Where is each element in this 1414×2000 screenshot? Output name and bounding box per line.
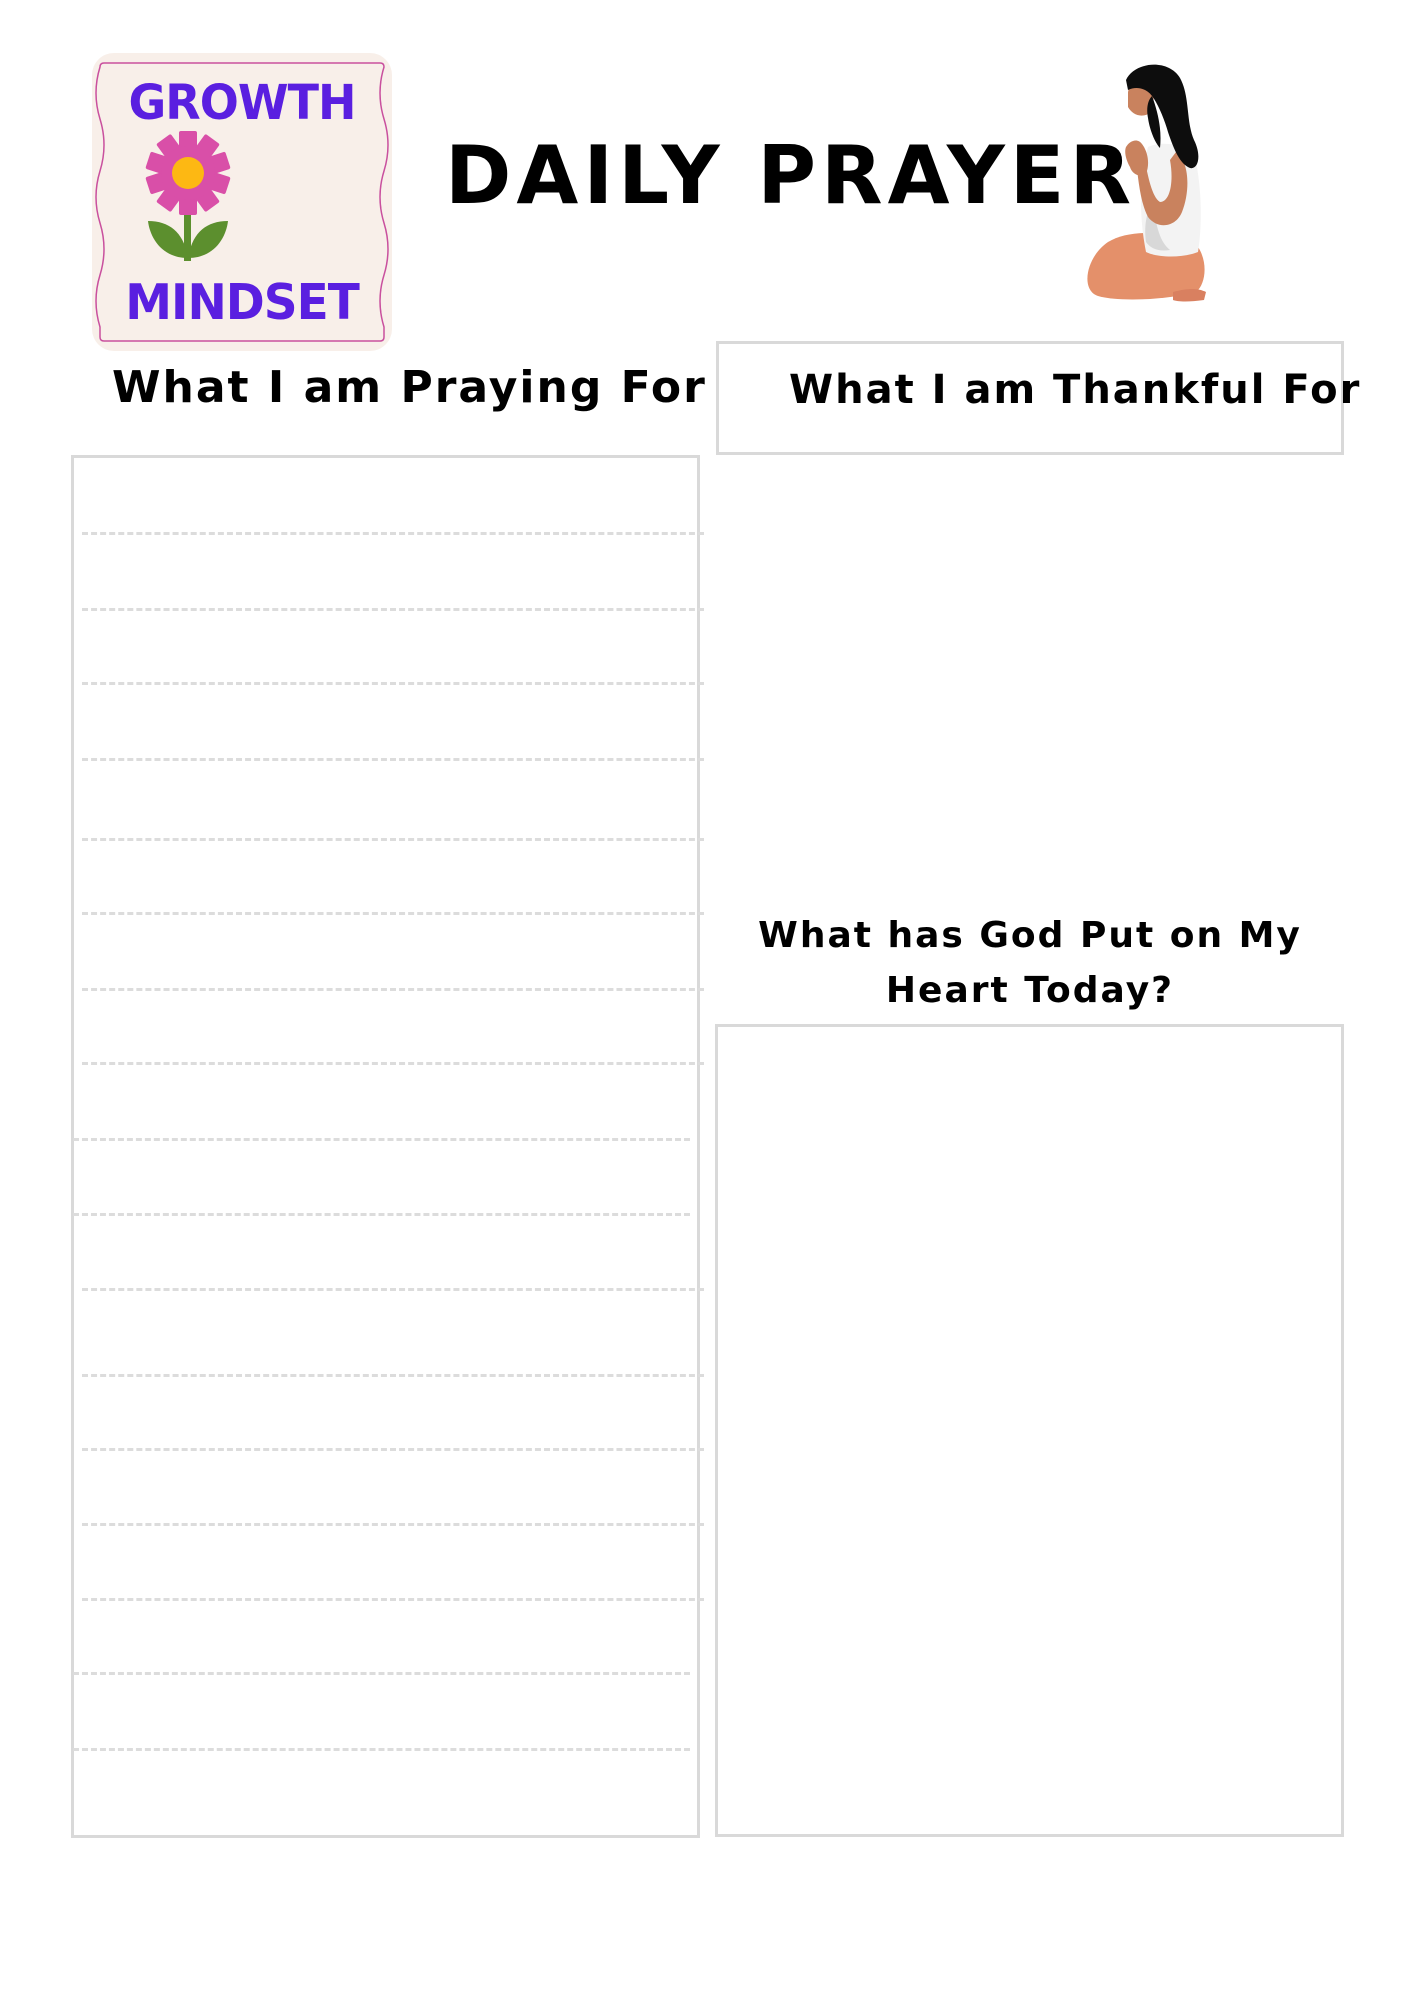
writing-line xyxy=(73,1138,690,1141)
writing-line xyxy=(82,1062,704,1065)
writing-line xyxy=(82,912,704,915)
writing-line xyxy=(82,682,704,685)
writing-line xyxy=(82,608,704,611)
writing-line xyxy=(73,1672,690,1675)
writing-line xyxy=(73,1213,690,1216)
writing-line xyxy=(82,1374,704,1377)
logo-text-bottom: MINDSET xyxy=(125,273,360,332)
writing-line xyxy=(82,1288,704,1291)
heart-writing-box[interactable] xyxy=(715,1024,1344,1837)
thankful-section-heading: What I am Thankful For xyxy=(789,367,1362,413)
thankful-box: What I am Thankful For xyxy=(716,341,1359,455)
writing-line xyxy=(82,1448,704,1451)
growth-mindset-logo: GROWTH MINDSET xyxy=(92,53,392,351)
writing-line xyxy=(73,1748,690,1751)
heart-section-heading: What has God Put on My Heart Today? xyxy=(758,915,1302,1011)
praying-section-heading: What I am Praying For xyxy=(112,362,707,413)
writing-line xyxy=(82,532,704,535)
page-title: DAILY PRAYER xyxy=(445,129,1137,222)
praying-writing-box[interactable] xyxy=(71,455,704,1838)
logo-text-top: GROWTH xyxy=(128,73,357,131)
writing-line xyxy=(82,1523,704,1526)
praying-woman-icon xyxy=(1078,52,1228,312)
writing-line xyxy=(82,988,704,991)
writing-line xyxy=(82,758,704,761)
flower-icon xyxy=(145,131,231,261)
writing-line xyxy=(82,1598,704,1601)
writing-line xyxy=(82,838,704,841)
